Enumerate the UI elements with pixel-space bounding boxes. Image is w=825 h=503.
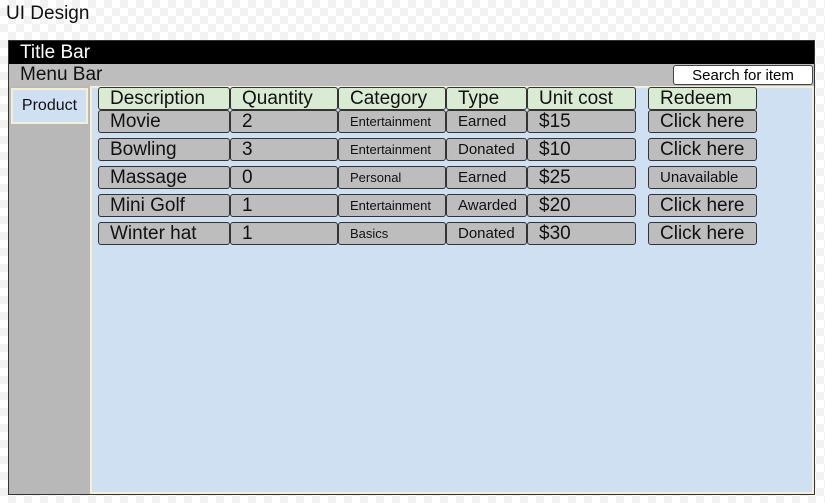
redeem-button[interactable]: Click here [648,222,757,245]
sidebar-item-product[interactable]: Product [11,88,88,124]
cell-description: Massage [98,166,230,189]
page-title: UI Design [6,3,90,24]
cell-category: Personal [338,166,446,189]
cell-description: Movie [98,110,230,133]
header-unit-cost: Unit cost [527,87,636,110]
cell-category: Entertainment [338,194,446,217]
cell-type: Donated [446,138,527,161]
cell-unit-cost: $30 [527,222,636,245]
cell-type: Earned [446,110,527,133]
sidebar: Product [9,86,90,494]
cell-unit-cost: $20 [527,194,636,217]
cell-quantity: 1 [230,222,338,245]
app-window: Title Bar Menu Bar Product Description Q… [8,40,815,495]
cell-unit-cost: $15 [527,110,636,133]
header-description: Description [98,87,230,110]
product-table: Description Quantity Category Type Unit … [90,86,814,494]
cell-type: Awarded [446,194,527,217]
menu-bar-label: Menu Bar [20,64,103,85]
cell-type: Donated [446,222,527,245]
redeem-button[interactable]: Click here [648,110,757,133]
menu-bar[interactable]: Menu Bar [9,64,814,86]
title-bar: Title Bar [9,41,814,64]
redeem-button[interactable]: Click here [648,194,757,217]
cell-description: Bowling [98,138,230,161]
header-quantity: Quantity [230,87,338,110]
cell-description: Mini Golf [98,194,230,217]
header-type: Type [446,87,527,110]
search-input[interactable] [673,65,813,85]
cell-category: Basics [338,222,446,245]
redeem-button[interactable]: Click here [648,138,757,161]
cell-quantity: 0 [230,166,338,189]
header-category: Category [338,87,446,110]
cell-quantity: 2 [230,110,338,133]
cell-quantity: 1 [230,194,338,217]
cell-unit-cost: $25 [527,166,636,189]
redeem-unavailable-button[interactable]: Unavailable [648,166,757,189]
cell-description: Winter hat [98,222,230,245]
cell-unit-cost: $10 [527,138,636,161]
cell-type: Earned [446,166,527,189]
cell-quantity: 3 [230,138,338,161]
cell-category: Entertainment [338,138,446,161]
header-redeem: Redeem [648,87,757,110]
cell-category: Entertainment [338,110,446,133]
